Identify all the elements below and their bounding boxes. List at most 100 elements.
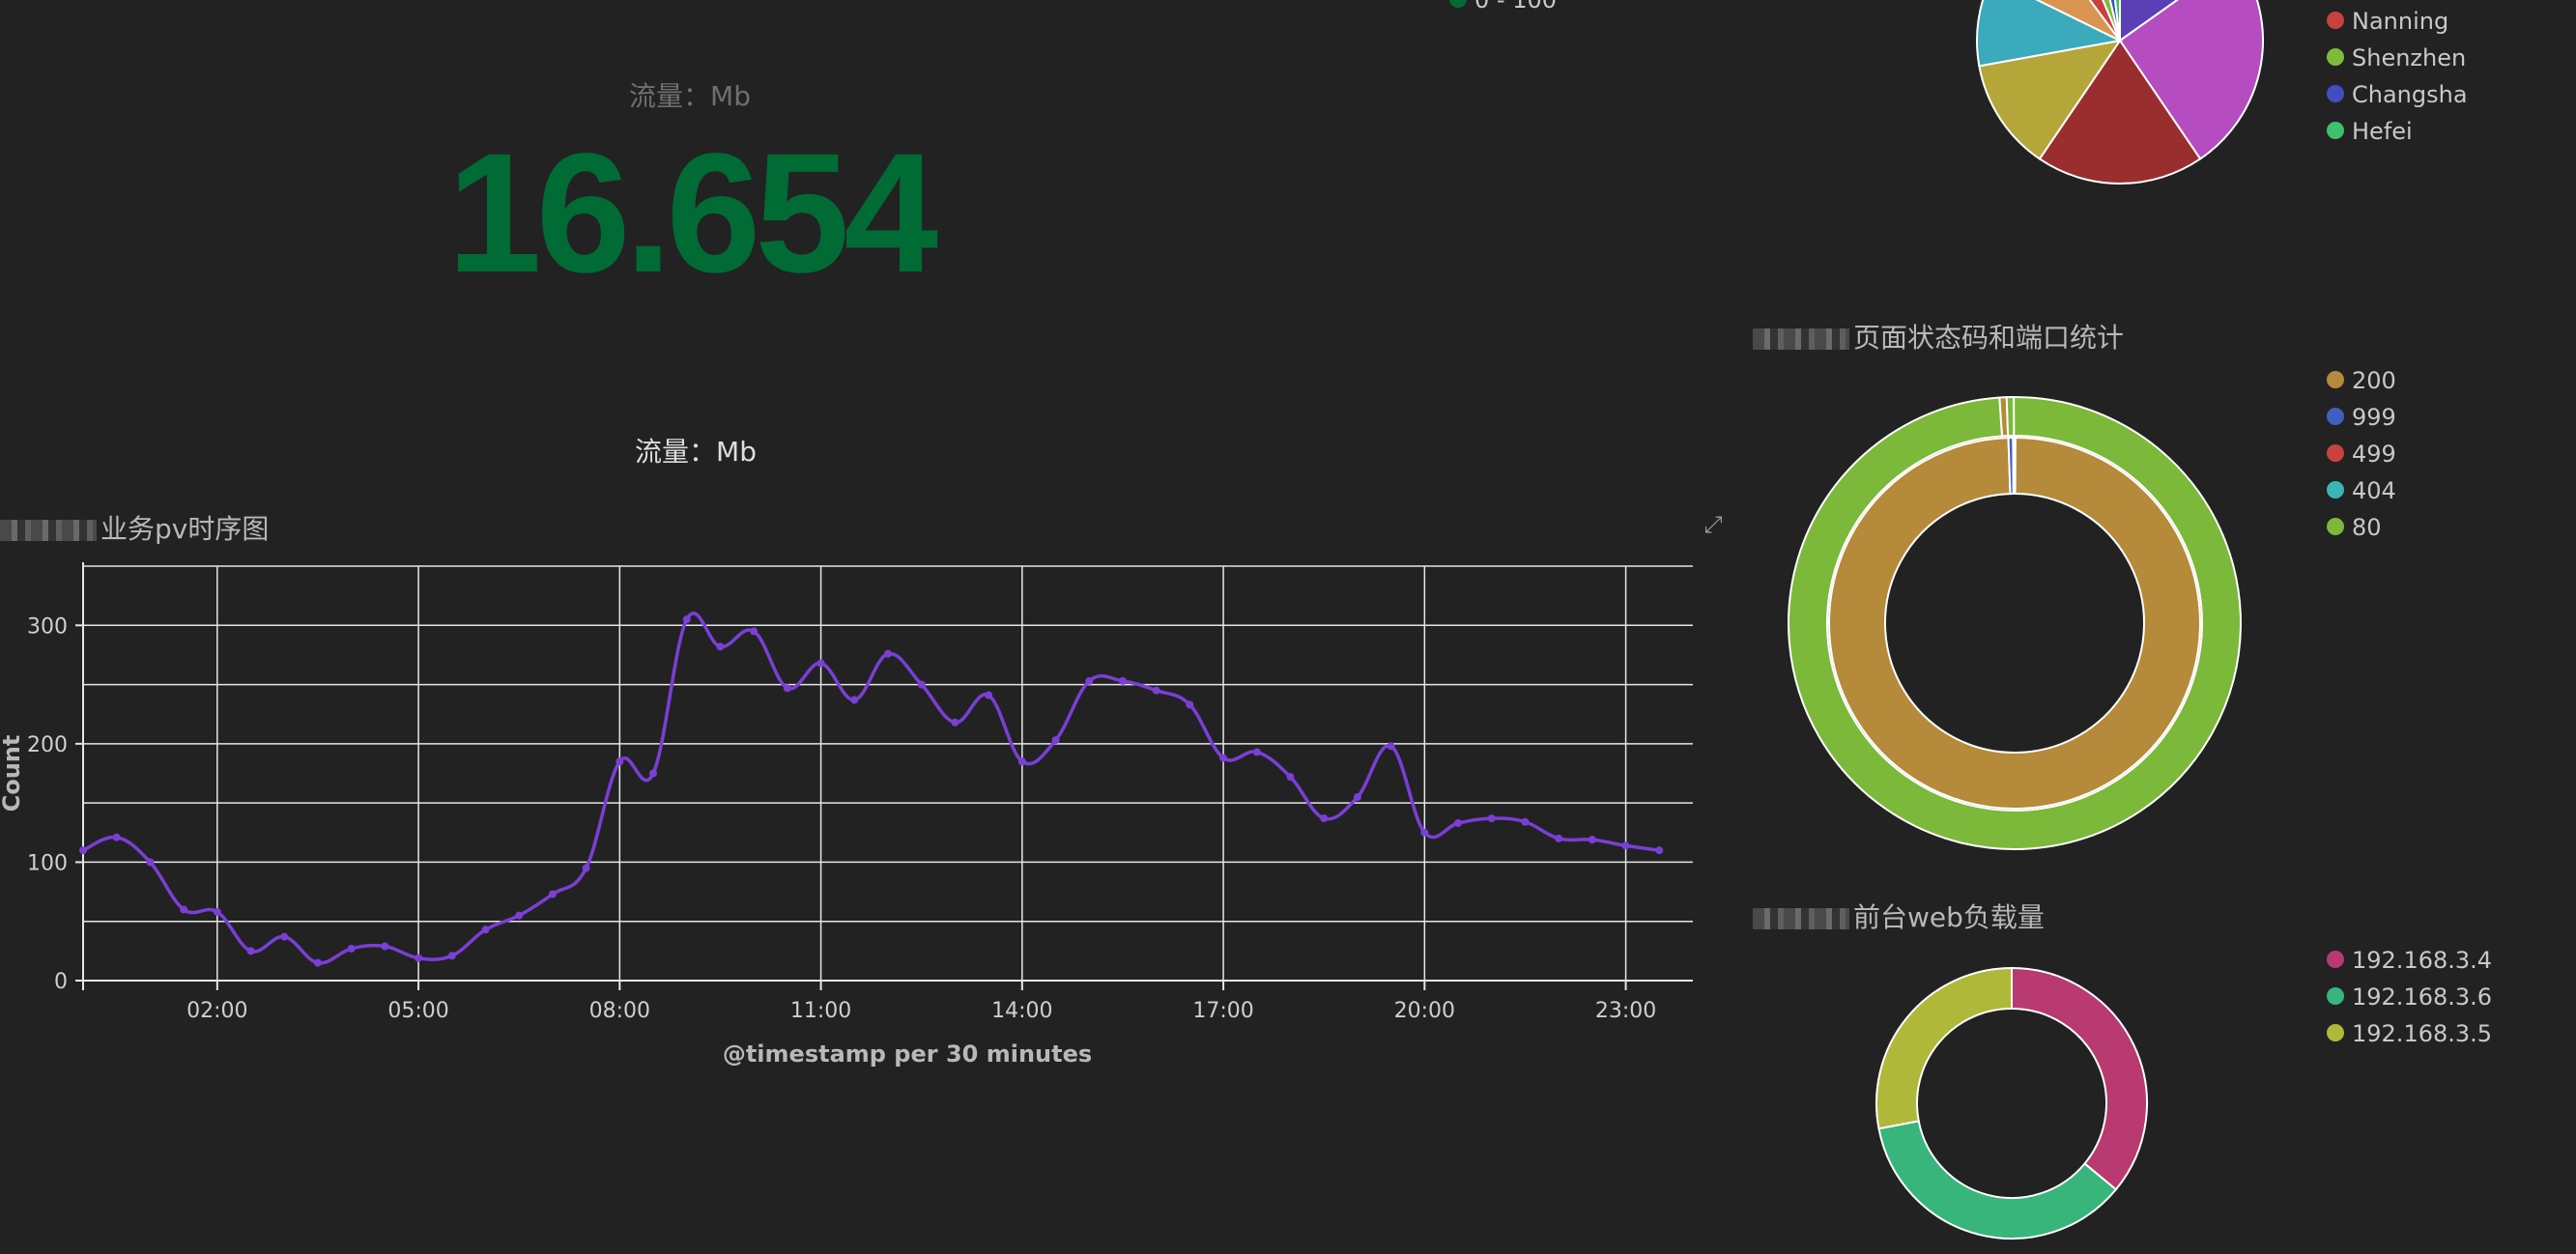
- legend-label: Hefei: [2352, 118, 2413, 145]
- data-point: [716, 642, 725, 651]
- data-point: [884, 649, 892, 658]
- legend-label: Shenzhen: [2352, 44, 2467, 71]
- redacted-text: [1753, 908, 1849, 929]
- y-axis-label: Count: [0, 735, 25, 812]
- legend-item[interactable]: Nanning: [2327, 6, 2448, 37]
- web-donut-chart: [1875, 966, 2148, 1240]
- legend-item[interactable]: 192.168.3.5: [2327, 1018, 2492, 1049]
- data-point: [1621, 841, 1630, 850]
- data-point: [112, 833, 121, 841]
- legend-label: 200: [2352, 367, 2396, 394]
- data-point: [1252, 748, 1261, 756]
- x-tick-label: 05:00: [387, 999, 448, 1023]
- legend-dot: [2327, 408, 2344, 425]
- data-point: [1555, 834, 1563, 842]
- dashboard: 0 - 100 流量：Mb 16.654 流量：Mb 业务pv时序图 ⤢ 0 10…: [0, 0, 2576, 1254]
- data-point: [1420, 828, 1429, 837]
- data-point: [1487, 814, 1496, 823]
- status-donut-chart: [1788, 395, 2242, 850]
- legend-item[interactable]: 999: [2327, 402, 2396, 433]
- legend-item[interactable]: 404: [2327, 475, 2396, 506]
- data-point: [1118, 676, 1127, 685]
- x-tick-label: 02:00: [186, 999, 247, 1023]
- legend-label: Nanning: [2352, 8, 2449, 35]
- x-tick-label: 11:00: [790, 999, 851, 1023]
- legend-item[interactable]: 192.168.3.4: [2327, 945, 2492, 976]
- legend-label: 999: [2352, 404, 2396, 431]
- legend-item[interactable]: Shenzhen: [2327, 43, 2466, 73]
- data-point: [1017, 757, 1026, 766]
- data-point: [146, 858, 155, 867]
- expand-icon[interactable]: ⤢: [1701, 512, 1726, 537]
- data-point: [280, 932, 289, 941]
- data-point: [816, 659, 825, 668]
- legend-label: 192.168.3.6: [2352, 983, 2493, 1011]
- pie-slice: [2011, 966, 2148, 1191]
- y-tick-label: 300: [27, 614, 68, 639]
- data-point: [1186, 700, 1194, 709]
- pie-slice: [2005, 395, 2016, 438]
- legend-item[interactable]: 192.168.3.6: [2327, 982, 2492, 1012]
- data-point: [415, 954, 423, 962]
- data-point: [1521, 817, 1530, 826]
- data-point: [1051, 736, 1060, 745]
- legend-item[interactable]: Hefei: [2327, 116, 2413, 147]
- data-point: [548, 890, 557, 898]
- web-panel-title: 前台web负载量: [1753, 897, 2045, 935]
- legend-dot: [2327, 371, 2344, 388]
- data-point: [582, 864, 590, 872]
- data-point: [951, 718, 959, 727]
- data-point: [1353, 793, 1361, 802]
- y-tick-label: 0: [54, 970, 68, 994]
- data-point: [213, 907, 221, 916]
- data-point: [682, 615, 691, 624]
- data-point: [515, 911, 524, 920]
- data-point: [1286, 773, 1295, 782]
- legend-item[interactable]: Changsha: [2327, 79, 2468, 110]
- legend-item[interactable]: 499: [2327, 439, 2396, 470]
- data-point: [1219, 754, 1228, 762]
- legend-label: 80: [2352, 514, 2382, 541]
- data-point: [750, 627, 758, 636]
- y-tick-label: 100: [27, 851, 68, 875]
- x-tick-label: 14:00: [991, 999, 1052, 1023]
- series-line: [82, 612, 1660, 965]
- data-point: [79, 846, 87, 855]
- legend-label: 192.168.3.5: [2352, 1020, 2493, 1047]
- redacted-text: [1753, 328, 1849, 350]
- x-tick-label: 23:00: [1595, 999, 1656, 1023]
- data-point: [381, 942, 389, 951]
- legend-dot: [2327, 48, 2344, 66]
- data-point: [481, 926, 490, 934]
- data-point: [649, 769, 658, 778]
- data-point: [615, 757, 624, 766]
- data-point: [447, 952, 456, 960]
- legend-dot: [2327, 951, 2344, 968]
- data-point: [1655, 846, 1664, 855]
- data-point: [347, 944, 356, 953]
- x-tick-label: 20:00: [1394, 999, 1455, 1023]
- data-point: [180, 905, 188, 914]
- legend-dot: [2327, 12, 2344, 29]
- x-tick-label: 08:00: [589, 999, 650, 1023]
- legend-item[interactable]: 200: [2327, 365, 2396, 396]
- data-point: [1387, 742, 1395, 751]
- data-point: [783, 684, 791, 693]
- legend-dot: [2327, 1024, 2344, 1041]
- data-point: [1454, 818, 1463, 827]
- data-point: [1152, 686, 1160, 695]
- pie-slice: [2013, 437, 2017, 496]
- y-tick-label: 200: [27, 733, 68, 757]
- legend-item[interactable]: 80: [2327, 512, 2382, 543]
- data-point: [1588, 836, 1596, 844]
- data-point: [1320, 814, 1329, 823]
- legend-label: Changsha: [2352, 81, 2468, 108]
- x-axis-label: @timestamp per 30 minutes: [723, 1040, 1092, 1068]
- legend-label: 499: [2352, 441, 2396, 468]
- legend-dot: [2327, 122, 2344, 139]
- data-point: [985, 691, 993, 699]
- pie-slice: [1877, 1120, 2118, 1240]
- data-point: [313, 958, 322, 967]
- redacted-text: [0, 520, 97, 541]
- legend-dot: [2327, 518, 2344, 535]
